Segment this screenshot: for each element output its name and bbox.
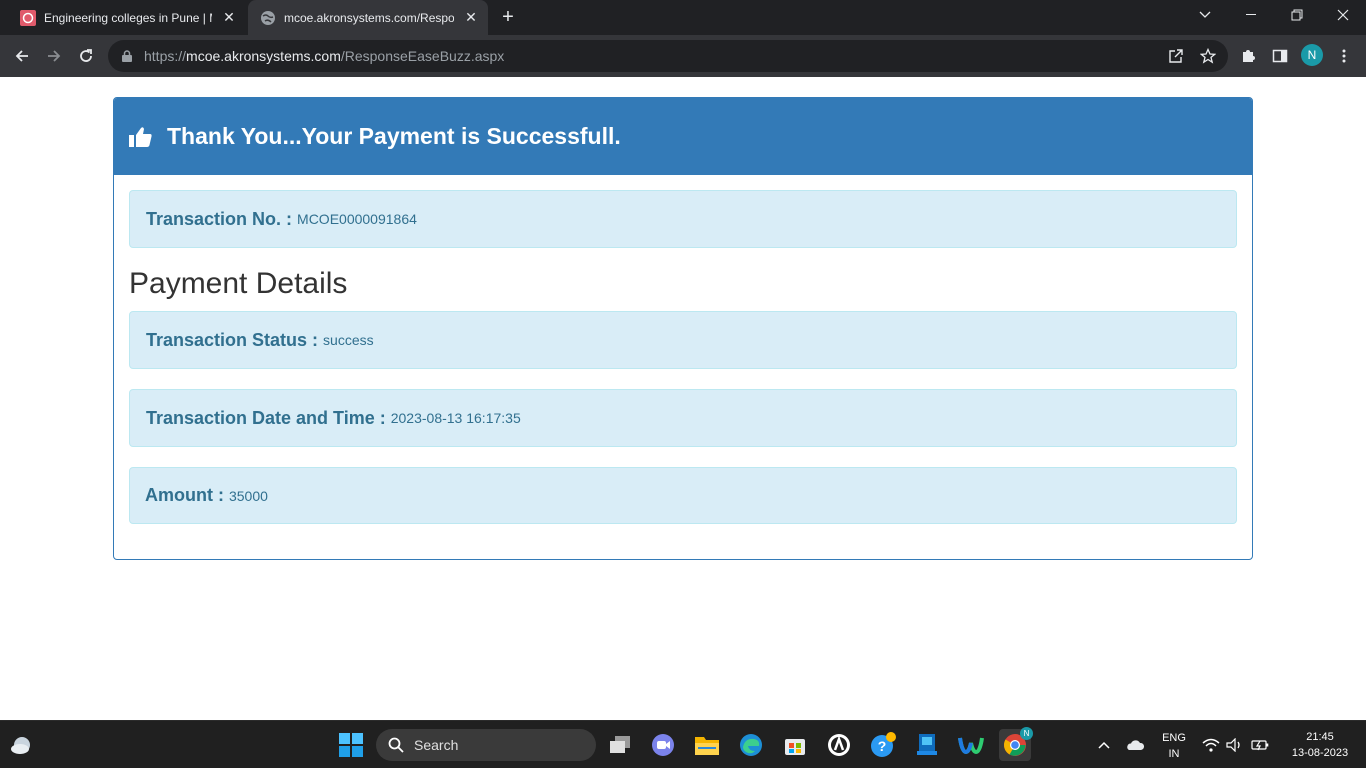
url-text: https://mcoe.akronsystems.com/ResponseEa… (144, 48, 504, 64)
input-language-indicator[interactable]: ENG IN (1156, 730, 1192, 762)
transaction-number-alert: Transaction No. : MCOE0000091864 (129, 190, 1237, 248)
minimize-button[interactable] (1228, 0, 1274, 30)
bookmark-star-icon[interactable] (1194, 42, 1222, 70)
vpn-app-icon[interactable] (823, 729, 855, 761)
clock[interactable]: 21:45 13-08-2023 (1280, 729, 1360, 761)
microsoft-store-icon[interactable] (779, 729, 811, 761)
transaction-datetime-value: 2023-08-13 16:17:35 (390, 410, 521, 426)
tab-search-chevron-icon[interactable] (1182, 0, 1228, 30)
task-view-icon[interactable] (604, 729, 636, 761)
clock-time: 21:45 (1306, 731, 1334, 743)
amount-alert: Amount : 35000 (129, 467, 1237, 524)
forward-button[interactable] (40, 42, 68, 70)
tab-response-page[interactable]: mcoe.akronsystems.com/Respon ✕ (248, 0, 488, 35)
close-tab-icon[interactable]: ✕ (462, 9, 480, 27)
amount-value: 35000 (228, 487, 268, 504)
help-app-icon[interactable]: ? (867, 729, 899, 761)
webex-icon[interactable] (955, 729, 987, 761)
svg-text:?: ? (878, 738, 887, 754)
address-bar[interactable]: https://mcoe.akronsystems.com/ResponseEa… (108, 40, 1228, 72)
edge-browser-icon[interactable] (735, 729, 767, 761)
tab-engineering-colleges[interactable]: Engineering colleges in Pune | M ✕ (8, 0, 246, 35)
language-code: ENG (1162, 732, 1186, 744)
url-host: mcoe.akronsystems.com (186, 48, 341, 64)
clock-date: 13-08-2023 (1291, 747, 1349, 759)
close-window-button[interactable] (1320, 0, 1366, 30)
battery-charging-icon[interactable] (1248, 729, 1272, 761)
search-label: Search (414, 737, 459, 753)
transaction-status-alert: Transaction Status : success (129, 311, 1237, 369)
url-path: /ResponseEaseBuzz.aspx (340, 48, 505, 64)
new-tab-button[interactable]: + (497, 7, 519, 29)
chrome-menu-icon[interactable] (1330, 42, 1358, 70)
back-button[interactable] (8, 42, 36, 70)
chrome-taskbar-icon[interactable]: N (999, 727, 1033, 761)
payment-success-panel: Thank You...Your Payment is Successfull.… (113, 97, 1253, 560)
show-hidden-icons-chevron-icon[interactable] (1088, 729, 1120, 761)
side-panel-icon[interactable] (1266, 42, 1294, 70)
close-tab-icon[interactable]: ✕ (220, 9, 238, 27)
globe-icon (260, 10, 276, 26)
amount-label: Amount : (145, 485, 224, 505)
transaction-status-label: Transaction Status : (146, 329, 319, 350)
share-icon[interactable] (1162, 42, 1190, 70)
lock-icon[interactable] (120, 49, 134, 63)
transaction-number-value: MCOE0000091864 (297, 211, 417, 227)
transaction-datetime-label: Transaction Date and Time : (146, 407, 386, 428)
payment-details-title: Payment Details (129, 267, 348, 300)
windows-taskbar: Search ? N ENG IN 21:45 13-08-2023 (0, 720, 1366, 768)
browser-tab-strip: Engineering colleges in Pune | M ✕ mcoe.… (0, 0, 1366, 35)
search-icon (388, 737, 404, 753)
transaction-status-value: success (323, 332, 374, 348)
url-prefix: https:// (144, 48, 187, 64)
weather-widget-icon[interactable] (6, 729, 38, 761)
volume-icon[interactable] (1224, 729, 1246, 761)
browser-toolbar: https://mcoe.akronsystems.com/ResponseEa… (0, 35, 1366, 77)
onedrive-cloud-icon[interactable] (1120, 729, 1150, 761)
restore-button[interactable] (1274, 0, 1320, 30)
language-region: IN (1168, 748, 1180, 760)
reload-button[interactable] (72, 42, 100, 70)
windows-start-icon[interactable] (335, 729, 367, 761)
tab-title: mcoe.akronsystems.com/Respon (284, 10, 454, 25)
profile-avatar[interactable]: N (1301, 44, 1323, 66)
wifi-icon[interactable] (1200, 729, 1222, 761)
extensions-puzzle-icon[interactable] (1234, 42, 1262, 70)
tab-title: Engineering colleges in Pune | M (44, 10, 212, 25)
teams-chat-icon[interactable] (647, 729, 679, 761)
thumbs-up-icon (129, 125, 153, 149)
taskbar-search-box[interactable]: Search (376, 729, 596, 761)
transaction-number-label: Transaction No. : (146, 208, 293, 229)
file-explorer-icon[interactable] (691, 729, 723, 761)
chrome-profile-badge: N (1020, 727, 1033, 740)
payment-success-heading: Thank You...Your Payment is Successfull. (167, 123, 621, 149)
transaction-datetime-alert: Transaction Date and Time : 2023-08-13 1… (129, 389, 1237, 447)
notes-app-icon[interactable] (911, 729, 943, 761)
panel-heading: Thank You...Your Payment is Successfull. (114, 98, 1252, 175)
college-favicon-icon (20, 9, 36, 26)
